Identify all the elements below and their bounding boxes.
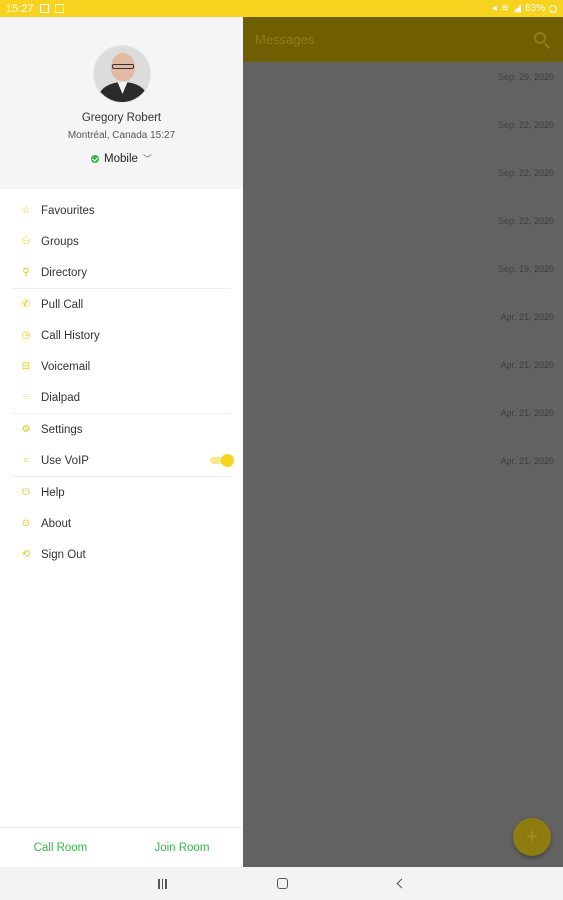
message-date: Sep. 22, 2020 (497, 216, 554, 226)
menu-item-favourites[interactable]: ☆ Favourites (0, 195, 243, 226)
message-row[interactable]: Apr. 21, 2020 (243, 302, 563, 350)
message-row[interactable]: Apr. 21, 2020 (243, 350, 563, 398)
search-icon[interactable] (533, 31, 551, 49)
avatar[interactable] (92, 45, 151, 103)
group-icon: ⚇ (21, 235, 31, 247)
menu-item-dialpad[interactable]: ⁘ Dialpad (0, 382, 243, 413)
mute-icon: ◂ (491, 3, 497, 14)
page-title: Messages (255, 32, 315, 47)
message-row[interactable]: Sep. 22, 2020 (243, 158, 563, 206)
message-row[interactable]: Apr. 21, 2020 (243, 398, 563, 446)
voicemail-icon: ⊟ (21, 360, 31, 372)
message-row[interactable]: Sep. 29, 2020 (243, 62, 563, 110)
presence-selector[interactable]: Mobile ﹀ (91, 152, 152, 165)
messages-screen: Messages Sep. 29, 2020 Sep. 22, 2020 Sep… (243, 17, 563, 867)
menu-item-groups[interactable]: ⚇ Groups (0, 226, 243, 257)
drawer-menu: ☆ Favourites ⚇ Groups ⚲ Directory ✆ Pull… (0, 189, 243, 570)
battery-icon (549, 4, 557, 13)
menu-item-label: Pull Call (41, 298, 84, 311)
menu-item-label: Favourites (41, 204, 95, 217)
star-icon: ☆ (21, 204, 31, 216)
signal-icon: ◢ (513, 3, 521, 14)
menu-item-directory[interactable]: ⚲ Directory (0, 257, 243, 288)
plus-icon: + (526, 825, 538, 848)
menu-item-label: Directory (41, 266, 88, 279)
phone-icon: ✆ (21, 298, 31, 310)
message-row[interactable]: Sep. 19, 2020 (243, 254, 563, 302)
new-message-button[interactable]: + (513, 818, 551, 856)
signout-icon: ⟲ (21, 548, 31, 560)
message-date: Sep. 22, 2020 (497, 120, 554, 130)
presence-label: Mobile (104, 152, 138, 165)
join-room-button[interactable]: Join Room (154, 842, 209, 854)
message-date: Apr. 21, 2020 (500, 408, 554, 418)
wifi-icon: ≋ (500, 3, 510, 14)
help-icon: ⏻ (22, 486, 30, 498)
drawer-footer: Call Room Join Room (0, 827, 243, 867)
system-nav-bar (0, 867, 563, 900)
message-date: Sep. 19, 2020 (497, 264, 554, 274)
history-icon: ◷ (21, 329, 31, 341)
user-location: Montréal, Canada 15:27 (67, 130, 176, 141)
notification-icon-2 (54, 4, 64, 13)
battery-percent: 63% (524, 3, 545, 14)
menu-item-sign-out[interactable]: ⟲ Sign Out (0, 539, 243, 570)
gear-icon: ⚙ (21, 423, 31, 435)
menu-item-call-history[interactable]: ◷ Call History (0, 320, 243, 351)
message-row[interactable]: Sep. 22, 2020 (243, 110, 563, 158)
status-right: ◂ ≋ ◢ 63% (492, 3, 557, 14)
call-room-button[interactable]: Call Room (34, 842, 88, 854)
menu-item-label: About (41, 517, 72, 530)
menu-item-label: Voicemail (41, 360, 91, 373)
voip-icon: ○ (22, 454, 30, 466)
menu-item-label: Dialpad (41, 391, 80, 404)
status-bar: 15:27 ◂ ≋ ◢ 63% (0, 0, 563, 17)
menu-item-settings[interactable]: ⚙ Settings (0, 414, 243, 445)
status-left: 15:27 (6, 3, 64, 15)
home-icon[interactable] (276, 878, 288, 889)
navigation-drawer: Gregory Robert Montréal, Canada 15:27 Mo… (0, 17, 243, 867)
menu-item-label: Use VoIP (41, 454, 89, 467)
profile-header: Gregory Robert Montréal, Canada 15:27 Mo… (0, 17, 243, 189)
menu-item-label: Sign Out (41, 548, 86, 561)
menu-item-use-voip[interactable]: ○ Use VoIP (0, 445, 243, 476)
status-time: 15:27 (6, 2, 34, 15)
notification-icon (39, 4, 49, 13)
user-name: Gregory Robert (81, 112, 162, 124)
menu-item-pull-call[interactable]: ✆ Pull Call (0, 289, 243, 320)
menu-item-voicemail[interactable]: ⊟ Voicemail (0, 351, 243, 382)
message-date: Sep. 29, 2020 (497, 72, 554, 82)
menu-item-about[interactable]: ⊙ About (0, 508, 243, 539)
messages-header: Messages (243, 17, 563, 62)
message-date: Apr. 21, 2020 (500, 456, 554, 466)
menu-item-help[interactable]: ⏻ Help (0, 477, 243, 508)
menu-item-label: Help (41, 486, 65, 499)
message-date: Apr. 21, 2020 (500, 360, 554, 370)
available-icon (91, 154, 100, 163)
menu-item-label: Settings (41, 423, 83, 436)
message-date: Sep. 22, 2020 (497, 168, 554, 178)
back-icon[interactable] (396, 878, 407, 889)
dialpad-icon: ⁘ (21, 391, 31, 403)
search-icon: ⚲ (22, 266, 30, 278)
recents-icon[interactable] (158, 878, 167, 889)
menu-item-label: Call History (41, 329, 100, 342)
message-row[interactable]: Sep. 22, 2020 (243, 206, 563, 254)
info-icon: ⊙ (21, 517, 31, 529)
message-date: Apr. 21, 2020 (500, 312, 554, 322)
chevron-down-icon: ﹀ (142, 154, 152, 164)
menu-item-label: Groups (41, 235, 79, 248)
message-row[interactable]: Apr. 21, 2020 (243, 446, 563, 494)
voip-toggle[interactable] (210, 454, 234, 467)
